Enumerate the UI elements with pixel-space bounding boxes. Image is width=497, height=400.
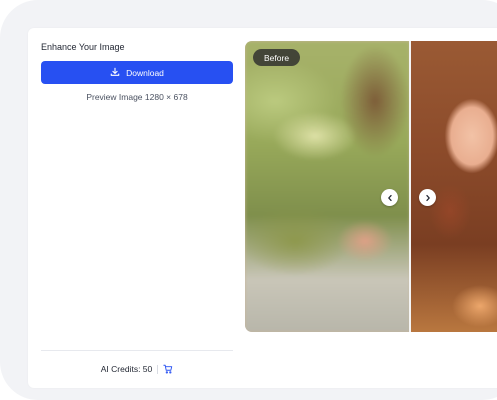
download-label: Download — [126, 67, 164, 78]
credits-bar: AI Credits: 50 — [41, 364, 233, 374]
after-image — [410, 41, 497, 332]
cart-icon[interactable] — [163, 364, 173, 374]
slider-right-button[interactable] — [419, 189, 436, 206]
chevron-right-icon — [424, 190, 432, 205]
before-badge: Before — [253, 49, 301, 66]
before-image — [245, 41, 410, 332]
preview-info: Preview Image 1280 × 678 — [86, 92, 188, 102]
download-button[interactable]: Download — [41, 61, 233, 84]
credits-separator — [157, 364, 159, 374]
divider — [41, 350, 233, 351]
compare-slider-handle[interactable] — [409, 41, 411, 332]
download-icon — [110, 67, 120, 79]
credits-label: AI Credits: 50 — [100, 364, 153, 374]
slider-left-button[interactable] — [381, 189, 398, 206]
chevron-left-icon — [386, 190, 394, 205]
panel-title: Enhance Your Image — [41, 42, 125, 52]
image-compare-viewer[interactable]: Before — [245, 41, 497, 332]
